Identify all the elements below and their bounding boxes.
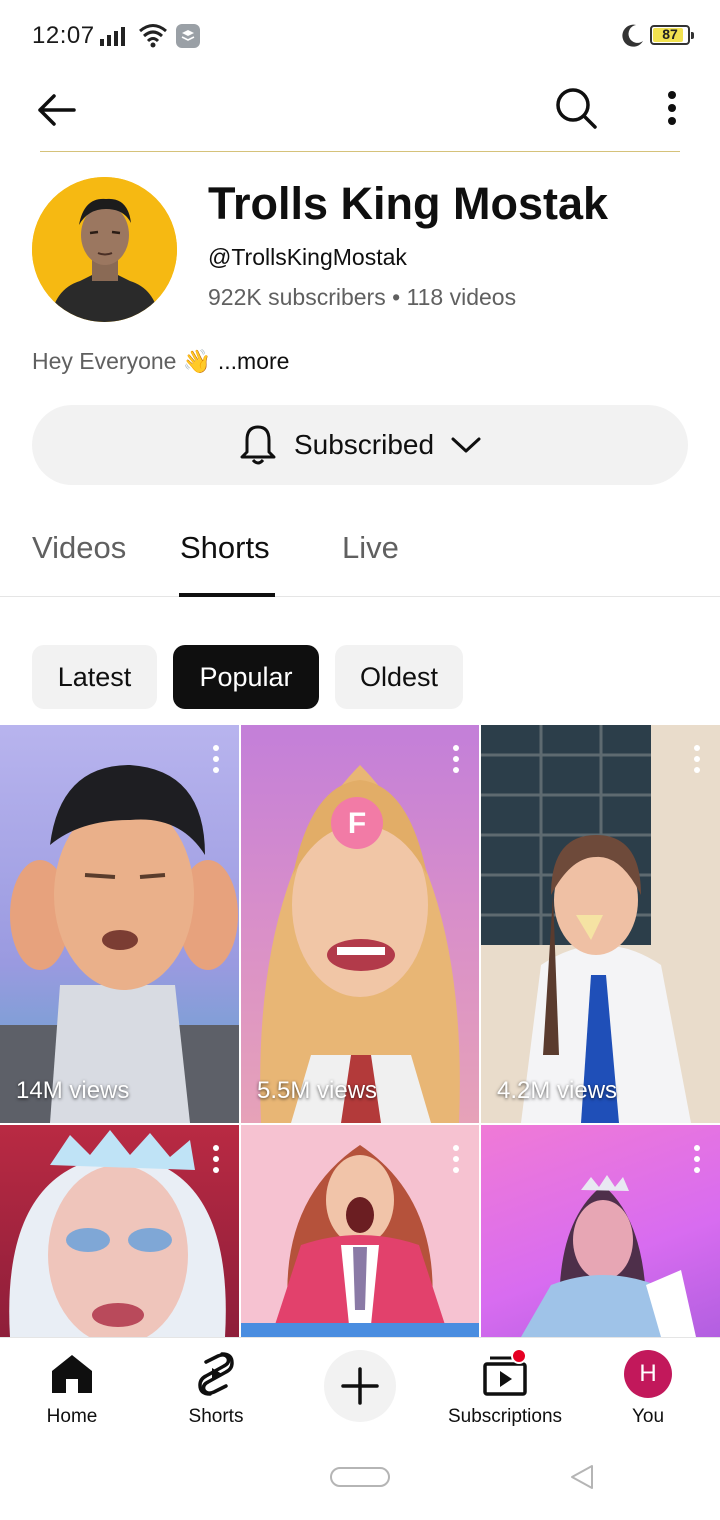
short-tile[interactable]: F 5.5M views (241, 725, 479, 1123)
nav-you[interactable]: H You (608, 1338, 688, 1438)
plus-icon (341, 1367, 379, 1405)
short-menu-icon[interactable] (211, 1145, 221, 1173)
tab-shorts[interactable]: Shorts (180, 530, 270, 566)
short-thumbnail (0, 765, 239, 1123)
bell-icon (240, 425, 276, 465)
battery-tip (691, 32, 694, 39)
home-icon (52, 1355, 92, 1393)
short-tile[interactable]: 14M views (0, 725, 239, 1123)
nav-home[interactable]: Home (32, 1338, 112, 1438)
system-back-icon[interactable] (568, 1463, 596, 1491)
channel-handle: @TrollsKingMostak (208, 244, 407, 270)
system-home-button[interactable] (330, 1467, 390, 1487)
create-button[interactable] (324, 1350, 396, 1422)
nav-subscriptions-label: Subscriptions (447, 1406, 563, 1427)
description-text: Hey Everyone 👋 (32, 348, 212, 374)
svg-text:F: F (348, 807, 366, 840)
battery-level: 87 (662, 26, 678, 42)
search-icon (556, 88, 597, 129)
wifi-icon (139, 24, 167, 48)
channel-description[interactable]: Hey Everyone 👋 ...more (32, 348, 289, 375)
short-menu-icon[interactable] (451, 1145, 461, 1173)
tab-live[interactable]: Live (342, 530, 399, 566)
chevron-down-icon (451, 437, 481, 453)
short-thumbnail: F (260, 765, 460, 1123)
short-menu-icon[interactable] (451, 745, 461, 773)
channel-stats: 922K subscribers • 118 videos (208, 284, 517, 310)
back-button[interactable] (30, 84, 82, 136)
chip-popular[interactable]: Popular (173, 645, 319, 709)
short-thumbnail (241, 1125, 479, 1337)
nav-home-label: Home (46, 1406, 98, 1427)
more-options-button[interactable] (648, 82, 696, 134)
notification-dot (511, 1348, 527, 1364)
short-tile[interactable] (481, 1125, 720, 1337)
nav-you-label: You (631, 1406, 665, 1427)
profile-avatar: H (624, 1350, 672, 1398)
battery-icon: 87 (650, 25, 694, 45)
short-menu-icon[interactable] (692, 745, 702, 773)
short-views: 4.2M views (497, 1077, 618, 1104)
status-time: 12:07 (32, 22, 95, 49)
short-tile[interactable] (241, 1125, 479, 1337)
tab-videos[interactable]: Videos (32, 530, 126, 566)
header-divider (40, 151, 680, 152)
signal-icon (100, 27, 125, 46)
stack-app-icon (176, 24, 200, 48)
channel-avatar-image (32, 177, 177, 322)
short-thumbnail (521, 1175, 696, 1337)
system-navigation-bar (0, 1437, 720, 1520)
nav-subscriptions[interactable]: Subscriptions (440, 1338, 570, 1438)
nav-shorts-label: Shorts (188, 1406, 244, 1427)
subscribed-button[interactable]: Subscribed (32, 405, 688, 485)
status-bar: 12:07 87 (0, 0, 720, 72)
channel-avatar[interactable] (32, 177, 177, 322)
moon-icon (622, 24, 643, 47)
back-arrow-icon (38, 94, 76, 126)
short-menu-icon[interactable] (692, 1145, 702, 1173)
shorts-icon (198, 1352, 234, 1396)
short-tile[interactable] (0, 1125, 239, 1337)
search-button[interactable] (550, 82, 602, 134)
short-menu-icon[interactable] (211, 745, 221, 773)
channel-name: Trolls King Mostak (208, 178, 609, 229)
nav-shorts[interactable]: Shorts (176, 1338, 256, 1438)
short-views: 14M views (16, 1077, 130, 1104)
short-thumbnail (481, 725, 691, 1123)
short-views: 5.5M views (257, 1077, 378, 1104)
channel-tabs: Videos Shorts Live (0, 510, 720, 597)
short-tile[interactable]: 4.2M views (481, 725, 720, 1123)
chip-oldest[interactable]: Oldest (335, 645, 463, 709)
chip-latest[interactable]: Latest (32, 645, 157, 709)
more-vert-icon (668, 91, 676, 125)
top-app-bar (0, 72, 720, 152)
short-thumbnail (9, 1130, 226, 1337)
bottom-navigation: Home Shorts Subscriptions H You (0, 1337, 720, 1437)
more-link[interactable]: ...more (212, 348, 290, 374)
shorts-grid: 14M views F 5.5M views 4.2M views (0, 725, 720, 1337)
active-tab-indicator (179, 593, 275, 597)
subscribed-label: Subscribed (293, 429, 435, 460)
